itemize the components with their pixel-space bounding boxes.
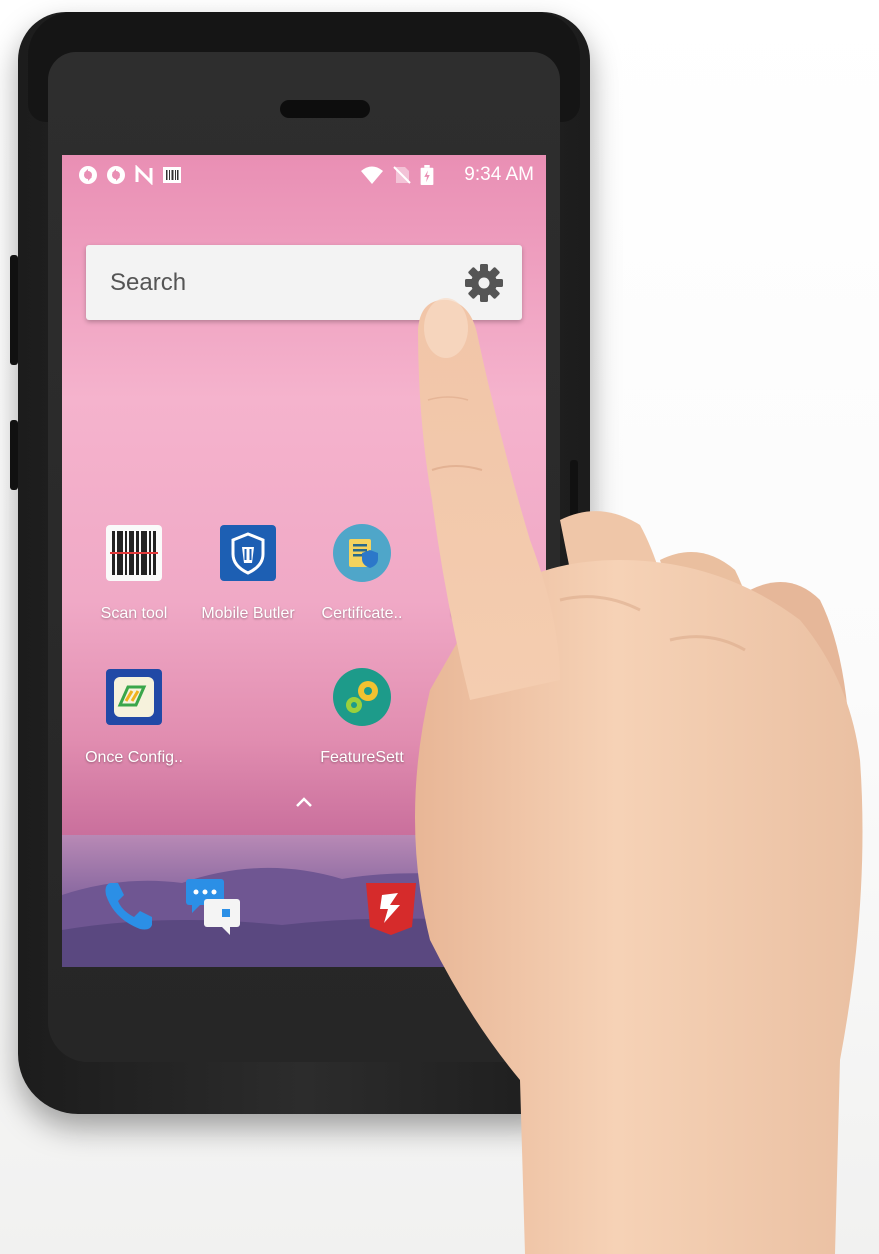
sync-icon [79, 166, 97, 184]
phone-screen: 9:34 AM Search Scan tool Mobile Butler C… [62, 155, 546, 967]
status-time: 9:34 AM [464, 164, 534, 185]
config-icon [104, 667, 164, 727]
search-placeholder[interactable]: Search [110, 269, 186, 297]
speaker-grille [280, 100, 370, 118]
app-label: Mobile Butler [201, 605, 295, 622]
search-bar[interactable]: Search [86, 245, 522, 320]
no-sim-icon [393, 166, 411, 184]
feature-settings-icon [332, 667, 392, 727]
product-photo: 9:34 AM Search Scan tool Mobile Butler C… [0, 0, 879, 1254]
app-label: FeatureSett [320, 749, 404, 766]
app-partially-hidden[interactable]: U [416, 523, 536, 643]
app-scan-tool[interactable]: Scan tool [68, 523, 188, 643]
dock [62, 835, 546, 967]
app-certificate[interactable]: Certificate.. [296, 523, 416, 643]
power-button [570, 460, 578, 520]
side-button [10, 420, 18, 490]
barcode-icon [104, 523, 164, 583]
certificate-icon [332, 523, 392, 583]
status-bar: 9:34 AM [62, 155, 546, 195]
messages-icon[interactable] [182, 875, 244, 937]
app-once-config[interactable]: Once Config.. [68, 667, 188, 787]
app-mobile-butler[interactable]: Mobile Butler [182, 523, 302, 643]
volume-button [10, 255, 18, 365]
chevron-up-icon[interactable] [294, 795, 314, 809]
battery-charging-icon [420, 165, 434, 185]
app-feature-settings[interactable]: FeatureSett [296, 667, 416, 787]
nfc-icon [135, 165, 153, 185]
app-label: U [450, 605, 462, 622]
app-icon[interactable] [360, 875, 422, 937]
sync-icon [107, 166, 125, 184]
gear-icon[interactable] [464, 263, 504, 303]
app-label: Certificate.. [321, 605, 403, 622]
app-label: Scan tool [100, 605, 168, 622]
shield-icon [218, 523, 278, 583]
phone-icon[interactable] [98, 875, 160, 937]
barcode-icon [163, 167, 181, 183]
app-label: Once Config.. [85, 749, 183, 766]
wifi-icon [361, 166, 383, 184]
